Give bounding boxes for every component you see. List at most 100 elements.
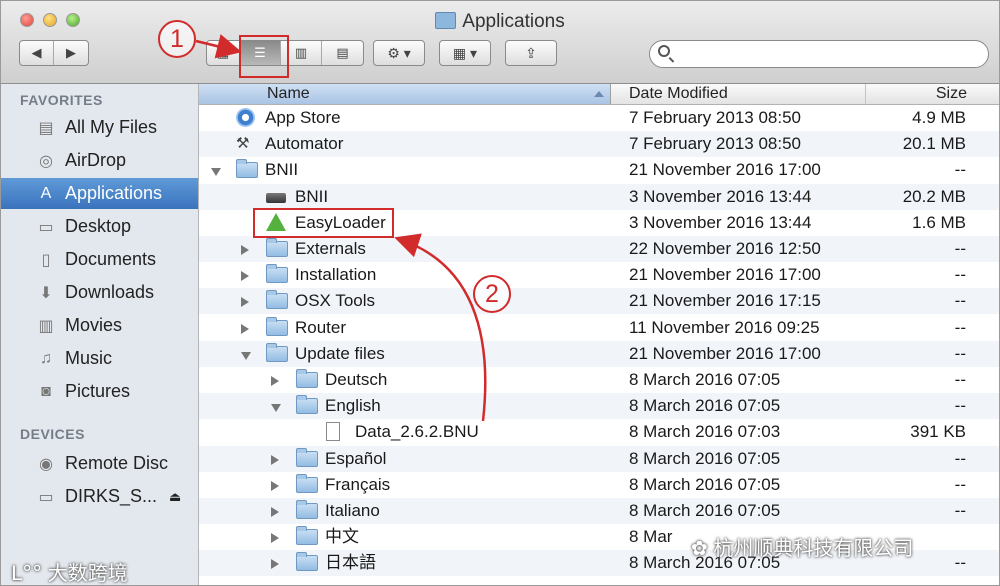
arrange-menu-button[interactable]: ▦ ▾ bbox=[439, 40, 491, 66]
watermark-left: ᒪ°° 大数跨境 bbox=[11, 557, 128, 585]
sidebar-item-music[interactable]: ♫ Music bbox=[1, 343, 198, 374]
file-size: -- bbox=[954, 343, 966, 363]
table-row[interactable]: BNII 21 November 2016 17:00 -- bbox=[199, 157, 999, 183]
sidebar: FAVORITES ▤ All My Files ◎ AirDrop A Applicat… bbox=[1, 84, 199, 585]
folder-icon bbox=[296, 369, 318, 388]
file-name: Français bbox=[325, 474, 391, 494]
disclosure-closed-icon[interactable] bbox=[271, 480, 279, 491]
file-size: 4.9 MB bbox=[912, 108, 966, 127]
table-row[interactable]: OSX Tools 21 November 2016 17:15 -- bbox=[199, 288, 999, 315]
sidebar-item-downloads[interactable]: ⬇ Downloads bbox=[1, 277, 198, 308]
cover-flow-view-button[interactable]: ▤ bbox=[322, 41, 363, 65]
sidebar-item-applications[interactable]: A Applications bbox=[1, 178, 198, 209]
date-modified: 21 November 2016 17:00 bbox=[629, 343, 821, 363]
sidebar-item-movies[interactable]: ▥ Movies bbox=[1, 310, 198, 341]
sidebar-item-pictures[interactable]: ◙ Pictures bbox=[1, 376, 198, 407]
disclosure-closed-icon[interactable] bbox=[271, 559, 279, 570]
table-row[interactable]: Deutsch 8 March 2016 07:05 -- bbox=[199, 367, 999, 393]
search-field[interactable] bbox=[649, 40, 989, 68]
date-column-header[interactable]: Date Modified bbox=[611, 84, 866, 104]
sidebar-device-1[interactable]: ▭ DIRKS_S... ⏏ bbox=[1, 481, 198, 512]
watermark-left-text: 大数跨境 bbox=[47, 563, 128, 585]
sidebar-item-all-my-files[interactable]: ▤ All My Files bbox=[1, 112, 198, 143]
applications-folder-icon bbox=[435, 12, 457, 29]
table-row[interactable]: English 8 March 2016 07:05 -- bbox=[199, 393, 999, 420]
action-menu-button[interactable]: ⚙ ▾ bbox=[373, 40, 425, 66]
name-cell: App Store bbox=[199, 105, 611, 131]
size-column-header[interactable]: Size bbox=[866, 84, 999, 104]
date-modified: 21 November 2016 17:15 bbox=[629, 291, 821, 311]
file-size: -- bbox=[954, 501, 966, 520]
sort-ascending-icon bbox=[594, 91, 604, 97]
disclosure-open-icon[interactable] bbox=[271, 404, 281, 413]
table-row[interactable]: Français 8 March 2016 07:05 -- bbox=[199, 472, 999, 498]
folder-icon bbox=[266, 316, 288, 336]
file-name: BNII bbox=[295, 186, 329, 206]
date-modified: 8 March 2016 07:05 bbox=[629, 474, 781, 494]
disclosure-open-icon[interactable] bbox=[211, 168, 221, 177]
table-row[interactable]: Italiano 8 March 2016 07:05 -- bbox=[199, 498, 999, 524]
disclosure-closed-icon[interactable] bbox=[271, 454, 279, 465]
window-title-text: Applications bbox=[462, 11, 565, 32]
disclosure-closed-icon[interactable] bbox=[241, 297, 249, 308]
airdrop-icon: ◎ bbox=[39, 152, 53, 170]
forward-button[interactable]: ▶ bbox=[54, 41, 88, 65]
name-cell: Update files bbox=[199, 341, 611, 367]
sidebar-item-documents[interactable]: ▯ Documents bbox=[1, 244, 198, 275]
file-size: 391 KB bbox=[910, 422, 966, 442]
disclosure-closed-icon[interactable] bbox=[241, 323, 249, 334]
table-row[interactable]: App Store 7 February 2013 08:50 4.9 MB bbox=[199, 105, 999, 131]
file-size: 20.1 MB bbox=[902, 134, 966, 154]
file-name: Router bbox=[295, 317, 347, 337]
search-input[interactable] bbox=[676, 44, 980, 66]
name-cell: OSX Tools bbox=[199, 288, 611, 314]
name-column-header[interactable]: Name bbox=[199, 84, 611, 104]
disclosure-closed-icon[interactable] bbox=[271, 507, 279, 517]
disclosure-open-icon[interactable] bbox=[241, 351, 251, 360]
table-row[interactable]: Router 11 November 2016 09:25 -- bbox=[199, 315, 999, 341]
back-button[interactable]: ◀ bbox=[20, 41, 54, 65]
table-row[interactable]: ⚒ Automator 7 February 2013 08:50 20.1 MB bbox=[199, 131, 999, 158]
documents-icon: ▯ bbox=[41, 251, 51, 269]
folder-icon bbox=[296, 395, 318, 415]
name-cell: BNII bbox=[199, 157, 611, 183]
date-column-label: Date Modified bbox=[629, 85, 728, 102]
table-row[interactable]: Externals 22 November 2016 12:50 -- bbox=[199, 236, 999, 262]
sidebar-device-0[interactable]: ◉ Remote Disc bbox=[1, 448, 198, 479]
file-size: -- bbox=[954, 448, 966, 468]
wechat-icon: ✿ bbox=[691, 538, 708, 560]
folder-icon bbox=[236, 159, 258, 179]
table-row[interactable]: Update files 21 November 2016 17:00 -- bbox=[199, 340, 999, 367]
sidebar-item-label: Pictures bbox=[65, 381, 131, 401]
drive-icon: ▭ bbox=[38, 488, 54, 506]
sidebar-item-label: Applications bbox=[65, 183, 163, 203]
share-button[interactable]: ⇪ bbox=[505, 40, 557, 66]
table-row[interactable]: Installation 21 November 2016 17:00 -- bbox=[199, 262, 999, 288]
file-name: 中文 bbox=[325, 527, 359, 547]
file-size: -- bbox=[954, 265, 966, 285]
file-name: Data_2.6.2.BNU bbox=[355, 422, 479, 442]
favorites-heading: FAVORITES bbox=[20, 92, 103, 108]
disclosure-closed-icon[interactable] bbox=[271, 533, 279, 544]
disclosure-closed-icon[interactable] bbox=[241, 245, 249, 255]
icon-view-button[interactable]: ▦ bbox=[207, 41, 240, 65]
table-row[interactable]: Español 8 March 2016 07:05 -- bbox=[199, 445, 999, 472]
disclosure-closed-icon[interactable] bbox=[241, 271, 249, 282]
file-size: 1.6 MB bbox=[912, 212, 966, 232]
sidebar-device-label: DIRKS_S... bbox=[65, 486, 158, 506]
sidebar-item-label: AirDrop bbox=[65, 150, 127, 170]
sidebar-item-desktop[interactable]: ▭ Desktop bbox=[1, 211, 198, 242]
date-modified: 21 November 2016 17:00 bbox=[629, 160, 821, 180]
table-row[interactable]: Data_2.6.2.BNU 8 March 2016 07:03 391 KB bbox=[199, 419, 999, 445]
table-row[interactable]: BNII 3 November 2016 13:44 20.2 MB bbox=[199, 183, 999, 210]
sidebar-item-label: Movies bbox=[65, 315, 123, 335]
disclosure-closed-icon[interactable] bbox=[271, 376, 279, 386]
date-modified: 3 November 2016 13:44 bbox=[629, 212, 812, 232]
sidebar-item-airdrop[interactable]: ◎ AirDrop bbox=[1, 145, 198, 176]
file-size: 20.2 MB bbox=[902, 186, 966, 206]
eject-icon[interactable]: ⏏ bbox=[169, 489, 181, 505]
folder-icon bbox=[296, 500, 318, 519]
date-modified: 8 March 2016 07:05 bbox=[629, 448, 781, 468]
watermark-right: ✿ 杭州顺典科技有限公司 bbox=[691, 532, 913, 561]
file-size: -- bbox=[954, 160, 966, 180]
